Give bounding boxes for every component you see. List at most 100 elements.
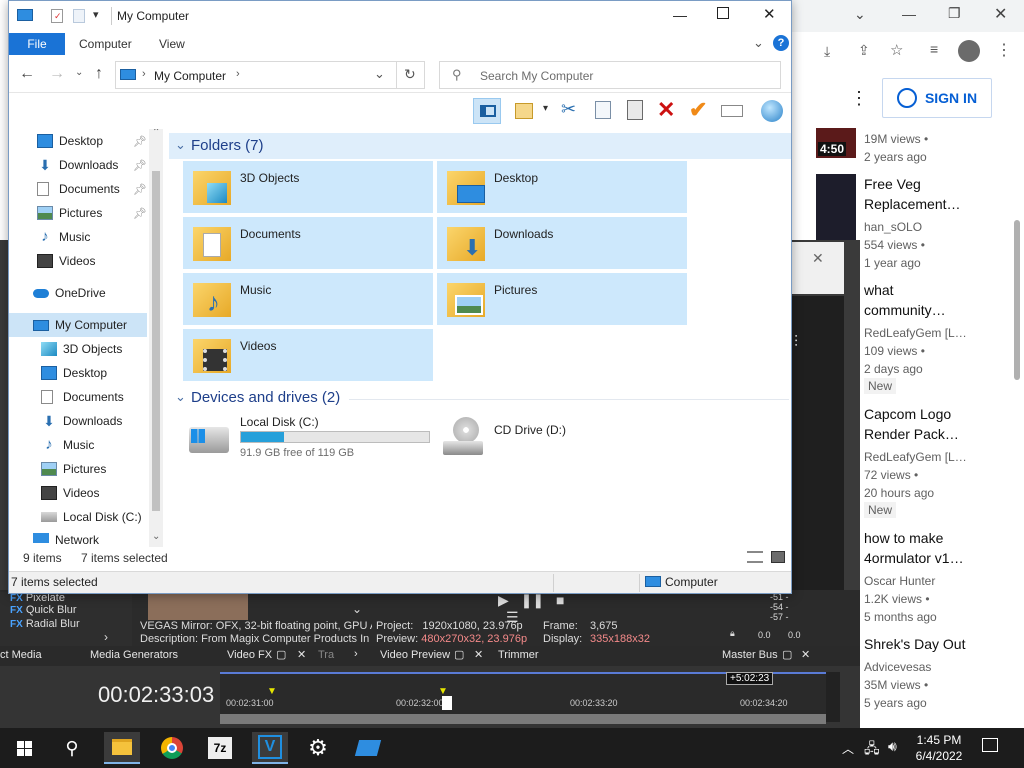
close-icon[interactable]: ✕: [812, 250, 824, 267]
float-icon[interactable]: ▢: [782, 648, 792, 661]
close-icon[interactable]: ✕: [801, 648, 810, 661]
notification-icon[interactable]: [982, 738, 998, 752]
chevron-down-icon[interactable]: ⌄: [753, 35, 764, 51]
up-icon[interactable]: ↑: [95, 65, 103, 83]
nav-item-downloads[interactable]: ⬇ Downloads: [9, 409, 159, 433]
video-thumbnail[interactable]: 4:50: [816, 128, 856, 158]
clock[interactable]: 1:45 PM 6/4/2022: [912, 732, 966, 764]
cut-icon[interactable]: ✂: [561, 99, 576, 120]
layout-icon[interactable]: [515, 103, 533, 119]
nav-item-my-computer[interactable]: My Computer: [9, 313, 147, 337]
video-channel[interactable]: RedLeafyGem [L…: [864, 324, 967, 342]
chevron-down-icon[interactable]: ⌄: [152, 531, 160, 542]
recent-icon[interactable]: ⌄: [75, 67, 83, 78]
nav-item-documents[interactable]: Documents: [9, 385, 159, 409]
maximize-icon[interactable]: [717, 7, 729, 19]
copy-icon[interactable]: [595, 101, 611, 119]
help-icon[interactable]: ?: [773, 35, 789, 51]
share-icon[interactable]: ⇪: [858, 42, 870, 59]
video-channel[interactable]: Oscar Hunter: [864, 572, 935, 590]
tab-view[interactable]: View: [159, 37, 185, 51]
close-icon[interactable]: ✕: [474, 648, 483, 661]
restore-icon[interactable]: ❐: [948, 5, 961, 22]
chevron-right-icon[interactable]: ›: [236, 68, 240, 80]
preview-pane-icon[interactable]: [473, 98, 501, 124]
video-thumbnail[interactable]: [816, 174, 856, 242]
video-channel[interactable]: Advicevesas: [864, 658, 931, 676]
nav-item-videos[interactable]: Videos: [9, 249, 159, 273]
youtube-more-icon[interactable]: ⋮: [850, 88, 868, 109]
video-title[interactable]: Free Veg Replacement…: [864, 174, 974, 214]
timeline-scroll[interactable]: [826, 672, 840, 722]
nav-item-onedrive[interactable]: OneDrive: [9, 281, 159, 305]
pin-icon[interactable]: 📌︎: [133, 183, 147, 196]
nav-item-videos[interactable]: Videos: [9, 481, 159, 505]
new-folder-icon[interactable]: [73, 9, 85, 23]
taskbar-7zip[interactable]: 7z: [204, 732, 236, 764]
nav-item-network[interactable]: Network: [9, 533, 159, 547]
paste-icon[interactable]: [627, 100, 643, 120]
video-channel[interactable]: han_sOLO: [864, 218, 922, 236]
search-box[interactable]: ⚲ Search My Computer: [439, 61, 781, 89]
play-icon[interactable]: ▶: [498, 592, 509, 608]
chevron-down-icon[interactable]: ⌄: [854, 6, 866, 23]
taskbar-file-explorer[interactable]: [104, 732, 140, 764]
nav-item-desktop[interactable]: Desktop: [9, 361, 159, 385]
more-icon[interactable]: ⋮: [996, 40, 1012, 60]
close-icon[interactable]: ✕: [994, 4, 1007, 24]
video-channel[interactable]: RedLeafyGem [L…: [864, 448, 967, 466]
pin-icon[interactable]: 📌︎: [133, 159, 147, 172]
mixer-icon[interactable]: ⫶: [794, 334, 798, 352]
folder-tile-videos[interactable]: Videos: [183, 329, 433, 381]
nav-item-pictures[interactable]: Pictures 📌︎: [9, 201, 159, 225]
nav-item-3d-objects[interactable]: 3D Objects: [9, 337, 159, 361]
minimize-icon[interactable]: —: [673, 7, 687, 23]
folders-group-header[interactable]: ⌄ Folders (7): [169, 133, 791, 159]
folder-tile-pictures[interactable]: Pictures: [437, 273, 687, 325]
delete-icon[interactable]: ✕: [657, 97, 675, 123]
loop-marker[interactable]: ▼: [267, 686, 277, 697]
rename-icon[interactable]: [721, 105, 743, 117]
chevron-up-icon[interactable]: ⌃: [152, 129, 160, 138]
folder-tile-3d-objects[interactable]: 3D Objects: [183, 161, 433, 213]
tab-project-media[interactable]: ct Media: [0, 649, 42, 661]
folder-tile-desktop[interactable]: Desktop: [437, 161, 687, 213]
star-icon[interactable]: ☆: [890, 41, 903, 59]
globe-icon[interactable]: [761, 100, 783, 122]
drive-tile-d[interactable]: CD Drive (D:): [437, 413, 691, 467]
drives-group-header[interactable]: ⌄ Devices and drives (2): [169, 385, 791, 411]
folder-tile-music[interactable]: ♪ Music: [183, 273, 433, 325]
nav-item-documents[interactable]: Documents 📌︎: [9, 177, 159, 201]
network-icon[interactable]: 🖧︎: [864, 738, 880, 762]
scrollbar-thumb[interactable]: [152, 171, 160, 511]
taskbar-settings[interactable]: ⚙: [302, 732, 334, 764]
chevron-down-icon[interactable]: ⌄: [352, 602, 362, 616]
nav-item-music[interactable]: ♪ Music: [9, 225, 159, 249]
folder-tile-documents[interactable]: Documents: [183, 217, 433, 269]
details-view-icon[interactable]: [747, 551, 763, 563]
taskbar-vegas[interactable]: V: [252, 732, 288, 764]
tab-file[interactable]: File: [9, 33, 65, 55]
chevron-up-icon[interactable]: ︿: [842, 740, 854, 757]
start-button[interactable]: [8, 732, 40, 764]
nav-scrollbar[interactable]: ⌃ ⌄: [149, 129, 163, 547]
video-title[interactable]: how to make 4ormulator v1…: [864, 528, 974, 568]
stop-icon[interactable]: ■: [556, 592, 564, 608]
tab-transitions[interactable]: Tra: [318, 649, 334, 661]
folder-tile-downloads[interactable]: ⬇ Downloads: [437, 217, 687, 269]
video-title[interactable]: Capcom Logo Render Pack…: [864, 404, 974, 444]
pin-icon[interactable]: 📌︎: [133, 135, 147, 148]
address-bar[interactable]: › My Computer › ⌄ ↻: [115, 61, 425, 89]
taskbar-app[interactable]: [352, 732, 384, 764]
refresh-icon[interactable]: ↻: [404, 66, 416, 83]
taskbar-chrome[interactable]: [156, 732, 188, 764]
fx-item[interactable]: FX Radial Blur: [10, 618, 80, 630]
checkmark-icon[interactable]: ✔: [689, 97, 707, 123]
float-icon[interactable]: ▢: [276, 648, 286, 661]
chevron-right-icon[interactable]: ›: [104, 630, 108, 644]
playhead[interactable]: [442, 696, 452, 710]
nav-item-music[interactable]: ♪ Music: [9, 433, 159, 457]
float-icon[interactable]: ▢: [454, 648, 464, 661]
video-title[interactable]: Shrek's Day Out: [864, 634, 974, 654]
tab-video-preview[interactable]: Video Preview: [380, 649, 450, 661]
